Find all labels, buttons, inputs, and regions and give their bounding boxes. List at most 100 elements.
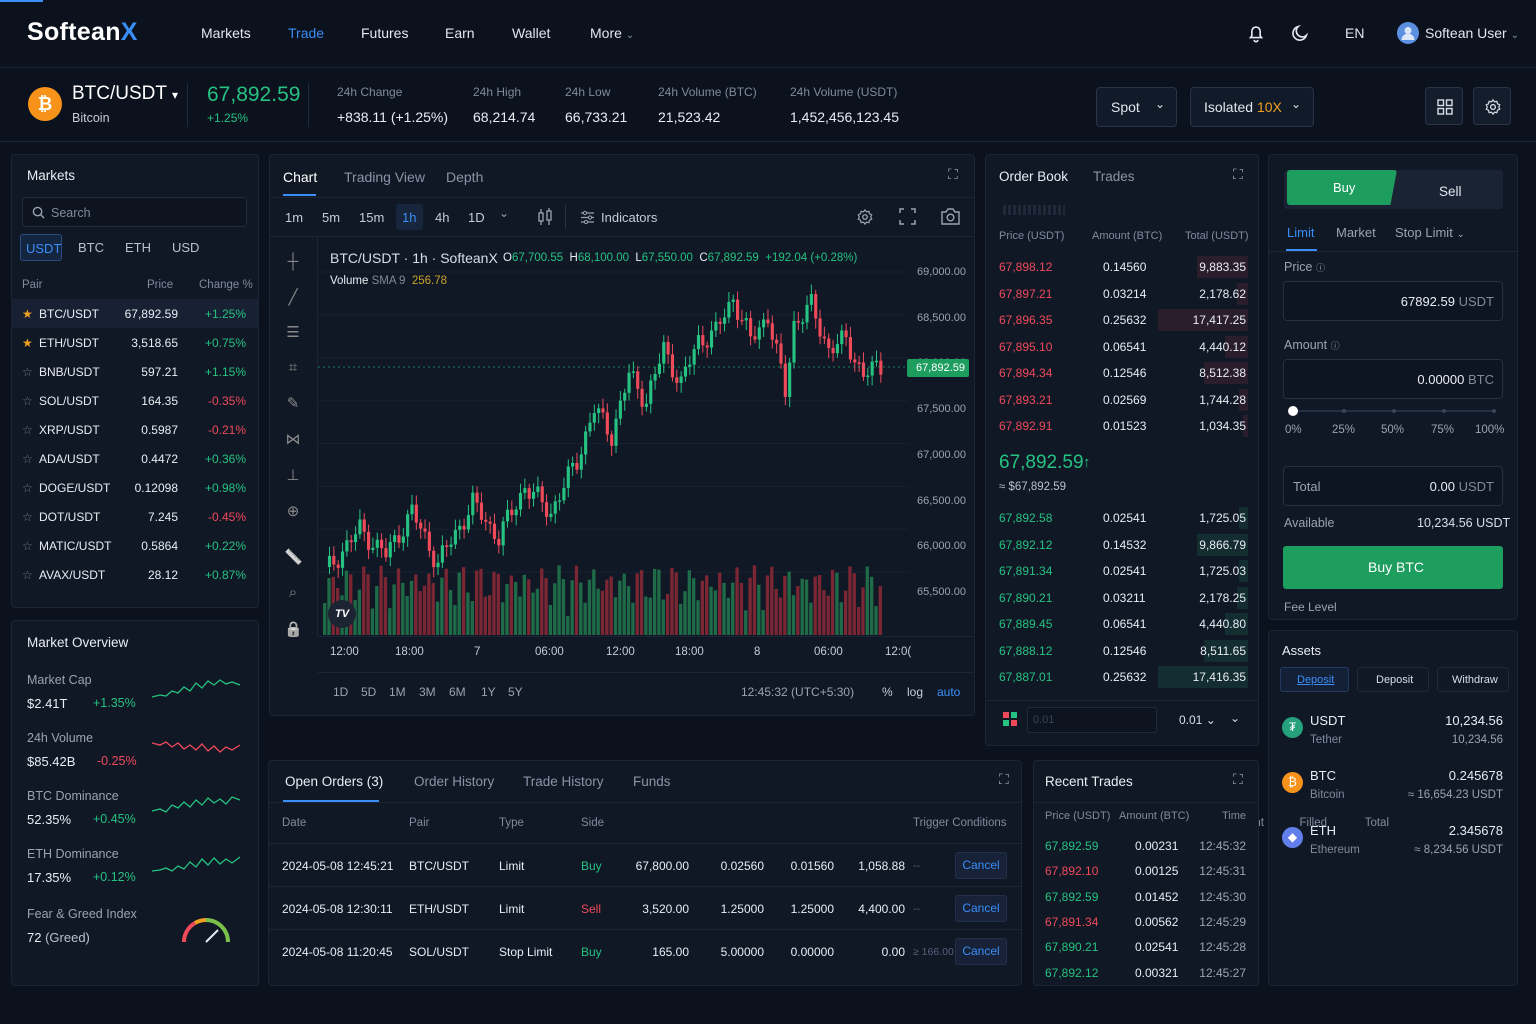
range-6m[interactable]: 6M — [449, 685, 466, 699]
search-input[interactable]: Search — [22, 197, 247, 227]
expand-icon[interactable]: ⛶ — [948, 166, 958, 183]
order-type-stop-limit[interactable]: Stop Limit ⌄ — [1395, 225, 1465, 240]
market-row[interactable]: ★ ETH/USDT 3,518.65 +0.75% — [11, 328, 258, 357]
bell-icon[interactable] — [1245, 22, 1267, 44]
chart-settings-icon[interactable] — [856, 208, 874, 226]
market-row[interactable]: ☆ SOL/USDT 164.35 -0.35% — [11, 386, 258, 415]
star-icon[interactable]: ☆ — [22, 510, 33, 524]
interval-1m[interactable]: 1m — [285, 210, 303, 225]
range-1m[interactable]: 1M — [389, 685, 406, 699]
nav-trade[interactable]: Trade — [288, 25, 324, 41]
order-book-row[interactable]: 67,893.21 0.02569 1,744.28 — [986, 387, 1258, 413]
order-book-row[interactable]: 67,896.35 0.25632 17,417.25 — [986, 307, 1258, 333]
assets-tab-deposit[interactable]: Deposit — [1357, 667, 1429, 692]
tab-trade-history[interactable]: Trade History — [523, 774, 604, 789]
auto-toggle[interactable]: auto — [937, 685, 960, 699]
buy-tab[interactable]: Buy — [1287, 170, 1397, 205]
nav-more[interactable]: More ⌄ — [590, 25, 634, 41]
language-selector[interactable]: EN — [1345, 25, 1364, 41]
crosshair-icon[interactable]: ┼ — [284, 253, 302, 270]
expand-icon[interactable]: ⛶ — [1233, 166, 1243, 183]
magnet-icon[interactable]: ⌕ — [284, 584, 302, 601]
chevron-down-icon[interactable]: ⌄ — [499, 206, 509, 220]
interval-4h[interactable]: 4h — [435, 210, 449, 225]
trend-line-icon[interactable]: ╱ — [284, 288, 302, 306]
quote-tab-eth[interactable]: ETH — [125, 240, 151, 255]
expand-icon[interactable]: ⛶ — [1233, 771, 1243, 788]
logo[interactable]: SofteanX — [27, 18, 138, 47]
cancel-button[interactable]: Cancel — [955, 852, 1007, 879]
quote-tab-btc[interactable]: BTC — [78, 240, 104, 255]
star-icon[interactable]: ☆ — [22, 539, 33, 553]
order-book-row[interactable]: 67,887.01 0.25632 17,416.35 — [986, 664, 1258, 690]
add-alert-icon[interactable]: ⊕ — [284, 502, 302, 520]
settings-button[interactable] — [1473, 87, 1511, 125]
star-icon[interactable]: ☆ — [22, 423, 33, 437]
nav-futures[interactable]: Futures — [361, 25, 408, 41]
order-book-row[interactable]: 67,892.12 0.14532 9,866.79 — [986, 532, 1258, 558]
expand-icon[interactable]: ⛶ — [999, 771, 1009, 788]
order-book-row[interactable]: 67,894.34 0.12546 8,512.38 — [986, 360, 1258, 386]
percent-50[interactable]: 50% — [1381, 424, 1404, 436]
interval-1d[interactable]: 1D — [468, 210, 485, 225]
percent-25[interactable]: 25% — [1332, 424, 1355, 436]
brush-icon[interactable]: ✎ — [284, 394, 302, 412]
nav-wallet[interactable]: Wallet — [512, 25, 550, 41]
percent-75[interactable]: 75% — [1431, 424, 1454, 436]
display-mode-toggle[interactable] — [1003, 205, 1065, 215]
market-row[interactable]: ☆ AVAX/USDT 28.12 +0.87% — [11, 560, 258, 589]
star-icon[interactable]: ☆ — [22, 365, 33, 379]
range-5y[interactable]: 5Y — [508, 685, 523, 699]
price-input[interactable]: 67892.59 USDT — [1283, 281, 1503, 321]
tab-trades[interactable]: Trades — [1093, 169, 1135, 184]
order-book-row[interactable]: 67,889.45 0.06541 4,440.80 — [986, 611, 1258, 637]
measure-icon[interactable]: ⋈ — [284, 430, 302, 448]
quote-tab-usdt[interactable]: USDT — [20, 234, 62, 261]
cancel-button[interactable]: Cancel — [955, 895, 1007, 922]
buy-btc-button[interactable]: Buy BTC — [1283, 546, 1503, 589]
order-book-row[interactable]: 67,890.21 0.03211 2,178.25 — [986, 585, 1258, 611]
interval-15m[interactable]: 15m — [359, 210, 384, 225]
tab-order-book[interactable]: Order Book — [999, 169, 1068, 184]
log-toggle[interactable]: log — [907, 685, 923, 699]
layout-button[interactable] — [1425, 87, 1463, 125]
order-type-market[interactable]: Market — [1336, 225, 1376, 240]
margin-mode-dropdown[interactable]: Isolated 10X ⌄ — [1190, 87, 1314, 127]
total-input[interactable]: Total 0.00 USDT — [1283, 466, 1503, 506]
chevron-down-icon[interactable]: ⌄ — [1230, 711, 1240, 725]
order-row[interactable]: 2024-05-08 12:30:11 ETH/USDT Limit Sell 3,52… — [269, 886, 1021, 929]
candlestick-chart[interactable] — [318, 237, 908, 637]
precision-select[interactable]: 0.01 ⌄ — [1179, 713, 1216, 727]
range-1d[interactable]: 1D — [333, 685, 348, 699]
tab-trading-view[interactable]: Trading View — [344, 169, 425, 185]
market-row[interactable]: ★ BTC/USDT 67,892.59 +1.25% — [11, 299, 258, 328]
depth-view-icon[interactable] — [1000, 707, 1022, 733]
candle-type-icon[interactable] — [537, 208, 553, 226]
star-icon[interactable]: ☆ — [22, 568, 33, 582]
order-book-row[interactable]: 67,891.34 0.02541 1,725.03 — [986, 558, 1258, 584]
camera-icon[interactable] — [941, 208, 960, 225]
interval-1h[interactable]: 1h — [396, 204, 423, 230]
star-filled-icon[interactable]: ★ — [22, 336, 33, 350]
market-row[interactable]: ☆ XRP/USDT 0.5987 -0.21% — [11, 415, 258, 444]
percent-100[interactable]: 100% — [1475, 424, 1504, 436]
fib-icon[interactable]: ☰ — [284, 323, 302, 341]
fee-level-link[interactable]: Fee Level — [1284, 600, 1337, 614]
nav-markets[interactable]: Markets — [201, 25, 251, 41]
order-book-row[interactable]: 67,898.12 0.14560 9,883.35 — [986, 254, 1258, 280]
pair-selector[interactable]: BTC/USDT ▾ — [72, 83, 178, 105]
order-book-row[interactable]: 67,895.10 0.06541 4,440.12 — [986, 334, 1258, 360]
sell-tab[interactable]: Sell — [1439, 184, 1462, 199]
range-1y[interactable]: 1Y — [481, 685, 496, 699]
percent-0[interactable]: 0% — [1285, 424, 1302, 436]
assets-tab-withdraw[interactable]: Withdraw — [1437, 667, 1509, 692]
moon-icon[interactable] — [1289, 22, 1311, 44]
slider-handle[interactable] — [1288, 406, 1298, 416]
star-filled-icon[interactable]: ★ — [22, 307, 33, 321]
order-book-row[interactable]: 67,888.12 0.12546 8,511.65 — [986, 638, 1258, 664]
market-row[interactable]: ☆ MATIC/USDT 0.5864 +0.22% — [11, 531, 258, 560]
order-book-row[interactable]: 67,892.58 0.02541 1,725.05 — [986, 505, 1258, 531]
market-row[interactable]: ☆ DOGE/USDT 0.12098 +0.98% — [11, 473, 258, 502]
amount-input[interactable]: 0.00000 BTC — [1283, 359, 1503, 399]
avatar[interactable] — [1397, 22, 1419, 44]
